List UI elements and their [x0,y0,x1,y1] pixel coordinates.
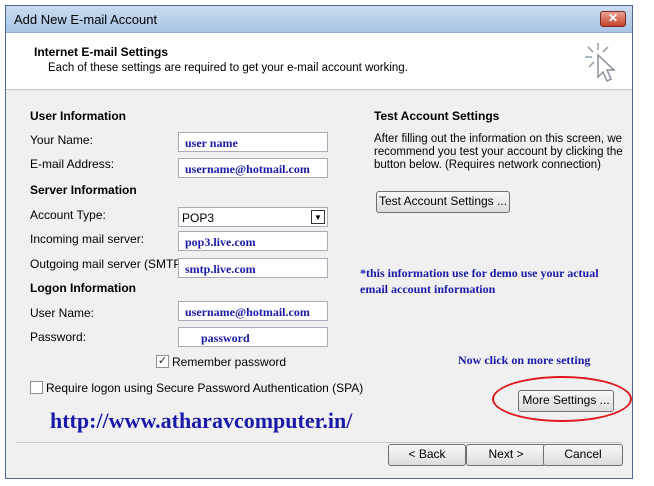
window-title: Add New E-mail Account [14,12,158,27]
cursor-sparkle-icon [585,43,616,83]
footer-divider [16,442,622,443]
settings-header: Internet E-mail Settings Each of these s… [6,33,632,90]
remember-password-label: Remember password [172,355,287,369]
outgoing-server-label: Outgoing mail server (SMTP): [30,257,189,271]
highlight-ellipse [492,376,632,422]
email-input[interactable]: username@hotmail.com [178,158,328,178]
password-label: Password: [30,330,87,344]
server-info-heading: Server Information [30,183,137,197]
header-title: Internet E-mail Settings [34,45,169,59]
account-type-select[interactable]: POP3 ▼ [178,207,328,227]
close-button[interactable]: ✕ [600,11,626,27]
cancel-button[interactable]: Cancel [543,444,623,466]
user-name-input[interactable]: username@hotmail.com [178,301,328,321]
your-name-label: Your Name: [30,133,93,147]
click-note: Now click on more setting [458,353,591,367]
user-name-label: User Name: [30,306,95,320]
website-url-watermark: http://www.atharavcomputer.in/ [50,408,353,433]
test-settings-desc-1: After filling out the information on thi… [374,133,623,145]
spa-checkbox[interactable] [30,381,43,394]
chevron-down-icon[interactable]: ▼ [311,210,325,224]
test-account-settings-button[interactable]: Test Account Settings ... [376,191,510,213]
password-input[interactable]: password [178,327,328,347]
next-button[interactable]: Next > [466,444,546,466]
your-name-input[interactable]: user name [178,132,328,152]
test-settings-desc-3: button below. (Requires network connecti… [374,159,601,171]
title-bar: Add New E-mail Account ✕ [6,6,632,33]
header-subtitle: Each of these settings are required to g… [48,62,408,74]
remember-password-checkbox[interactable]: ✓ [156,355,169,368]
incoming-server-label: Incoming mail server: [30,232,145,246]
logon-info-heading: Logon Information [30,281,136,295]
email-label: E-mail Address: [30,157,115,171]
demo-note-line-1: *this information use for demo use your … [360,266,599,280]
incoming-server-input[interactable]: pop3.live.com [178,231,328,251]
account-type-label: Account Type: [30,208,106,222]
spa-label: Require logon using Secure Password Auth… [46,381,364,395]
account-type-value: POP3 [182,211,215,225]
user-info-heading: User Information [30,109,127,123]
back-button[interactable]: < Back [388,444,466,466]
demo-note-line-2: email account information [360,282,496,296]
outgoing-server-input[interactable]: smtp.live.com [178,258,328,278]
test-settings-desc-2: recommend you test your account by click… [374,146,623,158]
test-settings-heading: Test Account Settings [374,109,500,123]
